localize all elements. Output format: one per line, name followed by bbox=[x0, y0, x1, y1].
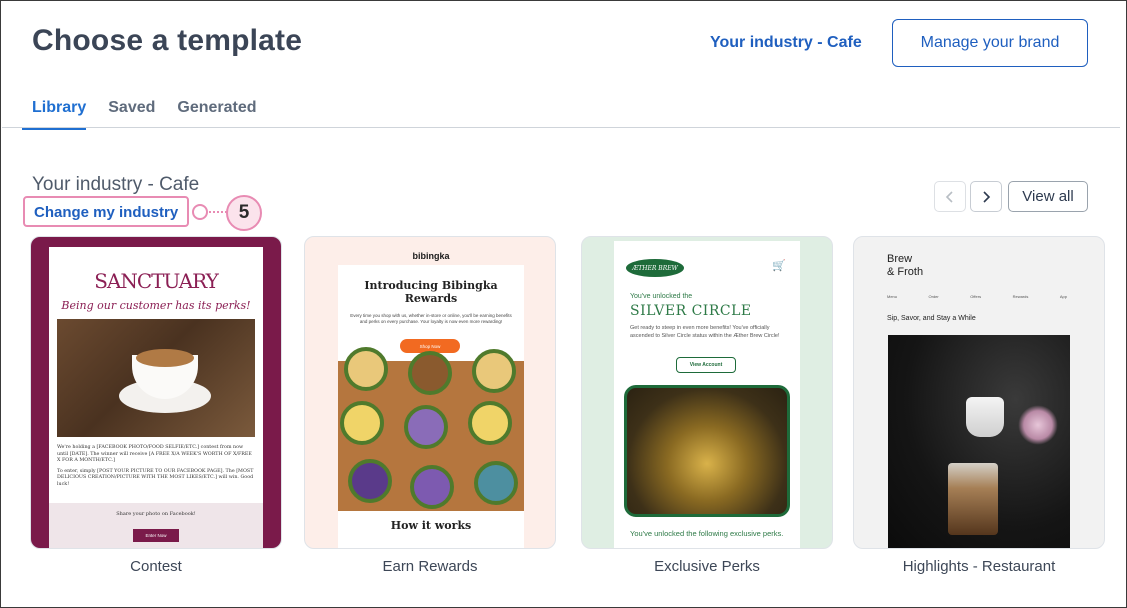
template-label[interactable]: Contest bbox=[30, 558, 282, 575]
flower-shape bbox=[1018, 405, 1058, 445]
page-title: Choose a template bbox=[32, 24, 303, 57]
preview-drink-photo bbox=[888, 335, 1070, 548]
tab-library[interactable]: Library bbox=[22, 99, 87, 130]
template-card-highlights-restaurant[interactable]: Brew & Froth Menu Order Offers Rewards A… bbox=[853, 236, 1105, 549]
preview-tagline: Sip, Savor, and Stay a While bbox=[887, 315, 976, 322]
cake-shape bbox=[474, 461, 518, 505]
chevron-right-icon bbox=[983, 190, 991, 203]
preview-menu-item: Menu bbox=[887, 294, 898, 299]
preview-logo: SANCTUARY bbox=[94, 269, 219, 293]
template-preview: ÆTHER BREW 🛒 You've unlocked the SILVER … bbox=[614, 241, 800, 548]
callout-pointer bbox=[192, 204, 208, 220]
callout-connector bbox=[209, 211, 227, 213]
preview-menu-item: Rewards bbox=[1012, 294, 1029, 299]
preview-menu-item: Order bbox=[928, 294, 939, 299]
latte-shape bbox=[136, 349, 194, 367]
template-preview: Introducing Bibingka Rewards Every time … bbox=[338, 265, 524, 548]
preview-menu: Menu Order Offers Rewards App bbox=[887, 294, 1067, 299]
preview-copy: Get ready to steep in even more benefits… bbox=[630, 325, 780, 339]
preview-enter-button: Enter Now bbox=[133, 529, 179, 542]
preview-perks: You've unlocked the following exclusive … bbox=[630, 529, 784, 538]
callout-badge: 5 bbox=[226, 195, 262, 231]
preview-logo: ÆTHER BREW bbox=[626, 259, 684, 277]
manage-brand-button[interactable]: Manage your brand bbox=[892, 19, 1088, 67]
tab-saved[interactable]: Saved bbox=[108, 99, 155, 130]
preview-brand: Brew & Froth bbox=[887, 253, 923, 279]
cake-shape bbox=[410, 465, 454, 509]
preview-footer: Share your photo on Facebook! Enter Now bbox=[49, 503, 263, 548]
cake-shape bbox=[340, 401, 384, 445]
preview-brand-line: Brew bbox=[887, 253, 913, 265]
section-title: Your industry - Cafe bbox=[32, 174, 200, 195]
template-label[interactable]: Exclusive Perks bbox=[581, 558, 833, 575]
preview-food-photo bbox=[338, 347, 524, 511]
preview-how-it-works: How it works bbox=[390, 519, 472, 532]
preview-body: We're holding a [FACEBOOK PHOTO/FOOD SEL… bbox=[57, 445, 255, 488]
preview-menu-item: App bbox=[1059, 294, 1067, 299]
carousel-next-button[interactable] bbox=[970, 181, 1002, 212]
template-tabs: Library Saved Generated bbox=[22, 99, 257, 130]
cake-shape bbox=[408, 351, 452, 395]
preview-copy: Every time you shop with us, whether in-… bbox=[350, 313, 512, 324]
preview-tagline: Being our customer has its perks! bbox=[61, 299, 251, 312]
preview-body-paragraph: To enter, simply [POST YOUR PICTURE TO O… bbox=[57, 468, 254, 487]
preview-view-account-button: View Account bbox=[676, 357, 736, 373]
carousel-prev-button[interactable] bbox=[934, 181, 966, 212]
industry-link[interactable]: Your industry - Cafe bbox=[710, 34, 862, 52]
cart-icon: 🛒 bbox=[772, 260, 786, 272]
change-industry-link[interactable]: Change my industry bbox=[23, 196, 190, 227]
cake-shape bbox=[468, 401, 512, 445]
preview-share-text: Share your photo on Facebook! bbox=[116, 511, 196, 517]
cake-shape bbox=[472, 349, 516, 393]
tab-generated[interactable]: Generated bbox=[177, 99, 256, 130]
template-card-exclusive-perks[interactable]: ÆTHER BREW 🛒 You've unlocked the SILVER … bbox=[581, 236, 833, 549]
tabs-divider bbox=[2, 127, 1120, 128]
template-card-earn-rewards[interactable]: bibingka Introducing Bibingka Rewards Ev… bbox=[304, 236, 556, 549]
preview-heading: Introducing Bibingka Rewards bbox=[364, 279, 498, 305]
preview-menu-item: Offers bbox=[970, 294, 982, 299]
preview-headline: SILVER CIRCLE bbox=[630, 303, 752, 319]
preview-tea-photo bbox=[624, 385, 790, 517]
preview-brand: bibingka bbox=[412, 251, 450, 261]
view-all-button[interactable]: View all bbox=[1008, 181, 1088, 212]
chevron-left-icon bbox=[945, 190, 953, 203]
template-label[interactable]: Highlights - Restaurant bbox=[853, 558, 1105, 575]
preview-coffee-photo bbox=[57, 319, 255, 437]
jug-shape bbox=[966, 397, 1004, 437]
preview-body-paragraph: We're holding a [FACEBOOK PHOTO/FOOD SEL… bbox=[57, 445, 252, 463]
preview-unlocked: You've unlocked the bbox=[630, 293, 693, 300]
template-card-contest[interactable]: SANCTUARY Being our customer has its per… bbox=[30, 236, 282, 549]
cake-shape bbox=[404, 405, 448, 449]
cake-shape bbox=[344, 347, 388, 391]
glass-shape bbox=[948, 463, 998, 535]
template-label[interactable]: Earn Rewards bbox=[304, 558, 556, 575]
preview-brand-line: & Froth bbox=[887, 266, 924, 278]
cake-shape bbox=[348, 459, 392, 503]
template-preview: SANCTUARY Being our customer has its per… bbox=[49, 247, 263, 548]
